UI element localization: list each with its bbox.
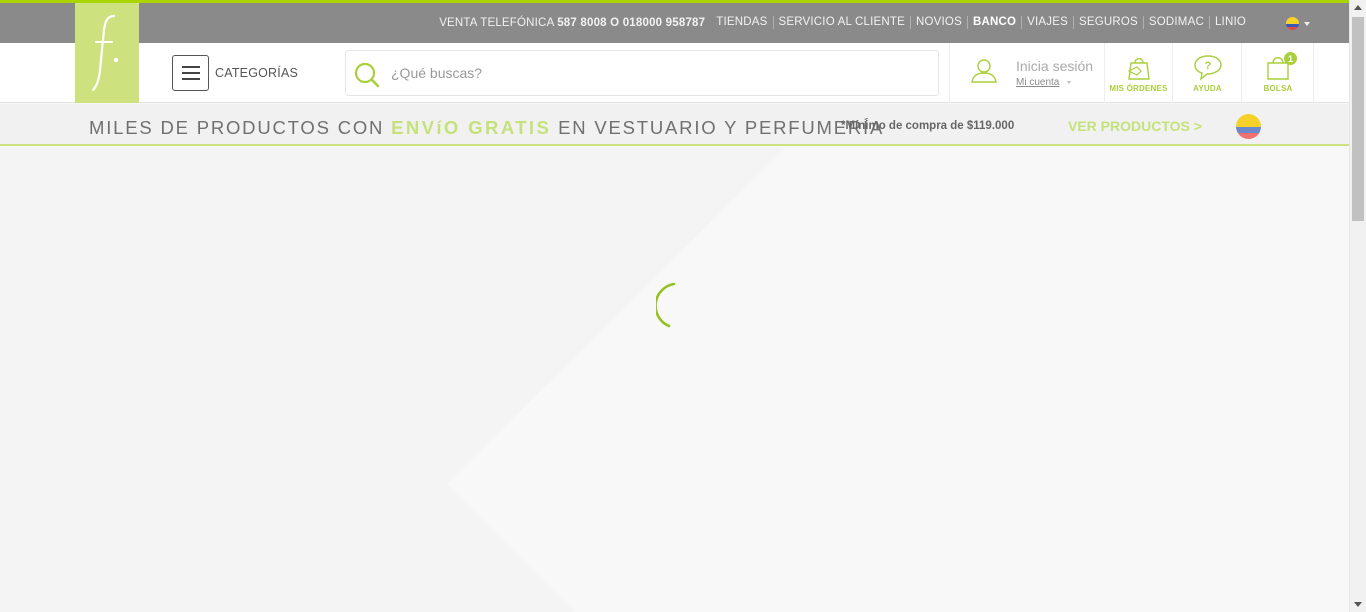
my-orders-button[interactable]: MIS ÓRDENES (1105, 43, 1173, 103)
categories-label[interactable]: CATEGORÍAS (215, 66, 298, 80)
phone-numbers: 587 8008 O 018000 958787 (557, 16, 706, 29)
search-input[interactable] (391, 51, 931, 95)
chevron-down-icon (1067, 81, 1072, 84)
country-selector[interactable] (1286, 17, 1310, 30)
top-link-novios[interactable]: NOVIOS (910, 16, 967, 29)
hamburger-icon-line (181, 66, 200, 68)
my-account-label: Mi cuenta (1016, 77, 1060, 88)
falabella-logo[interactable] (75, 3, 139, 103)
phone-sales: VENTA TELEFÓNICA 587 8008 O 018000 95878… (439, 17, 705, 29)
top-nav: VENTA TELEFÓNICA 587 8008 O 018000 95878… (439, 16, 1251, 29)
top-link-tiendas[interactable]: TIENDAS (711, 16, 772, 29)
my-orders-label: MIS ÓRDENES (1109, 84, 1168, 93)
hamburger-icon-line (181, 78, 200, 80)
account-area[interactable]: Inicia sesión Mi cuenta (949, 43, 1105, 103)
promo-banner: MILES DE PRODUCTOS CON ENVíO GRATIS EN V… (0, 104, 1349, 146)
help-bubble-icon: ? (1193, 55, 1222, 81)
login-link[interactable]: Inicia sesión (1016, 58, 1093, 74)
scroll-up-icon[interactable] (1354, 5, 1362, 10)
scrollbar-thumb[interactable] (1352, 17, 1364, 221)
background-shape (447, 148, 1349, 612)
hamburger-icon-line (181, 72, 200, 74)
user-icon (971, 59, 997, 83)
bag-label: BOLSA (1263, 84, 1293, 93)
page-content (0, 148, 1349, 612)
colombia-flag-icon (1236, 114, 1261, 139)
view-products-link[interactable]: VER PRODUCTOS > (1068, 118, 1202, 134)
top-link-seguros[interactable]: SEGUROS (1072, 16, 1143, 29)
bag-count-badge: 1 (1284, 52, 1297, 65)
promo-headline: MILES DE PRODUCTOS CON ENVíO GRATIS EN V… (89, 117, 884, 139)
bag-button[interactable]: 1 BOLSA (1243, 43, 1314, 103)
categories-menu-button[interactable] (172, 55, 209, 91)
my-account-link[interactable]: Mi cuenta (1016, 77, 1072, 88)
main-header: CATEGORÍAS Inicia sesión Mi cuenta MIS Ó… (0, 43, 1349, 103)
phone-prefix: VENTA TELEFÓNICA (439, 16, 558, 29)
top-link-servicio-al-cliente[interactable]: SERVICIO AL CLIENTE (772, 16, 911, 29)
scroll-down-icon[interactable] (1354, 602, 1362, 607)
promo-text-before: MILES DE PRODUCTOS CON (89, 117, 392, 138)
promo-highlight: ENVíO GRATIS (391, 117, 552, 138)
search-box (345, 50, 939, 96)
help-label: AYUDA (1193, 84, 1222, 93)
logo-f-icon (91, 14, 119, 92)
top-link-linio[interactable]: LINIO (1208, 16, 1251, 29)
orders-bag-icon (1127, 57, 1150, 80)
top-link-viajes[interactable]: VIAJES (1021, 16, 1073, 29)
top-link-banco[interactable]: BANCO (966, 16, 1021, 29)
help-button[interactable]: ? AYUDA (1174, 43, 1242, 103)
loading-spinner-icon (656, 282, 676, 328)
promo-minimum: *Mínimo de compra de $119.000 (841, 120, 1015, 132)
top-bar: VENTA TELEFÓNICA 587 8008 O 018000 95878… (0, 0, 1349, 43)
page-scrollbar[interactable] (1349, 0, 1366, 612)
search-icon[interactable] (353, 61, 381, 89)
chevron-down-icon (1304, 21, 1310, 26)
promo-text-after: EN VESTUARIO Y PERFUMERÍA (551, 117, 885, 138)
help-glyph: ? (1204, 60, 1211, 72)
colombia-flag-icon (1286, 17, 1299, 30)
top-link-sodimac[interactable]: SODIMAC (1142, 16, 1209, 29)
